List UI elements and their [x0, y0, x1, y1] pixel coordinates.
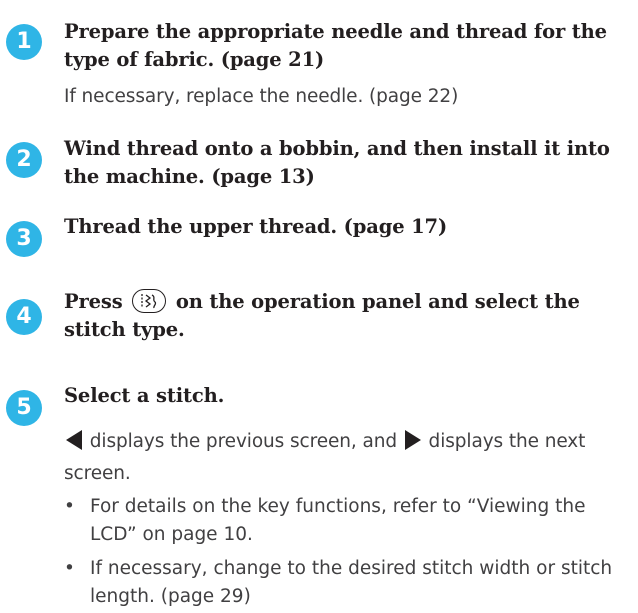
step-1-badge: 1 [6, 24, 42, 60]
step-5-badge: 5 [6, 390, 42, 426]
bullet-text: For details on the key functions, refer … [90, 496, 586, 545]
step-2-badge: 2 [6, 142, 42, 178]
right-triangle-icon [403, 429, 423, 460]
step-1-note: If necessary, replace the needle. (page … [64, 86, 459, 107]
left-triangle-icon [64, 429, 84, 460]
bullet-dot-icon: • [64, 558, 75, 579]
bullet-dot-icon: • [64, 496, 75, 517]
step-5-nav-part1: displays the previous screen, and [89, 431, 397, 452]
step-4-badge: 4 [6, 299, 42, 335]
step-3-badge: 3 [6, 221, 42, 257]
step-5-nav-description: displays the previous screen, and displa… [64, 428, 632, 488]
step-1-heading: Prepare the appropriate needle and threa… [64, 20, 607, 71]
bullet-text: If necessary, change to the desired stit… [90, 558, 613, 607]
step-3-heading: Thread the upper thread. (page 17) [64, 215, 448, 238]
step-5-heading: Select a stitch. [64, 384, 225, 407]
step-4-heading-before: Press [64, 290, 123, 313]
step-5-bullet-1: • For details on the key functions, refe… [64, 493, 632, 549]
utility-stitch-key-icon [132, 289, 167, 313]
step-2-heading: Wind thread onto a bobbin, and then inst… [64, 137, 610, 188]
step-5-bullet-2: • If necessary, change to the desired st… [64, 555, 632, 611]
step-4-heading: Press on the operation panel and select … [64, 288, 632, 344]
